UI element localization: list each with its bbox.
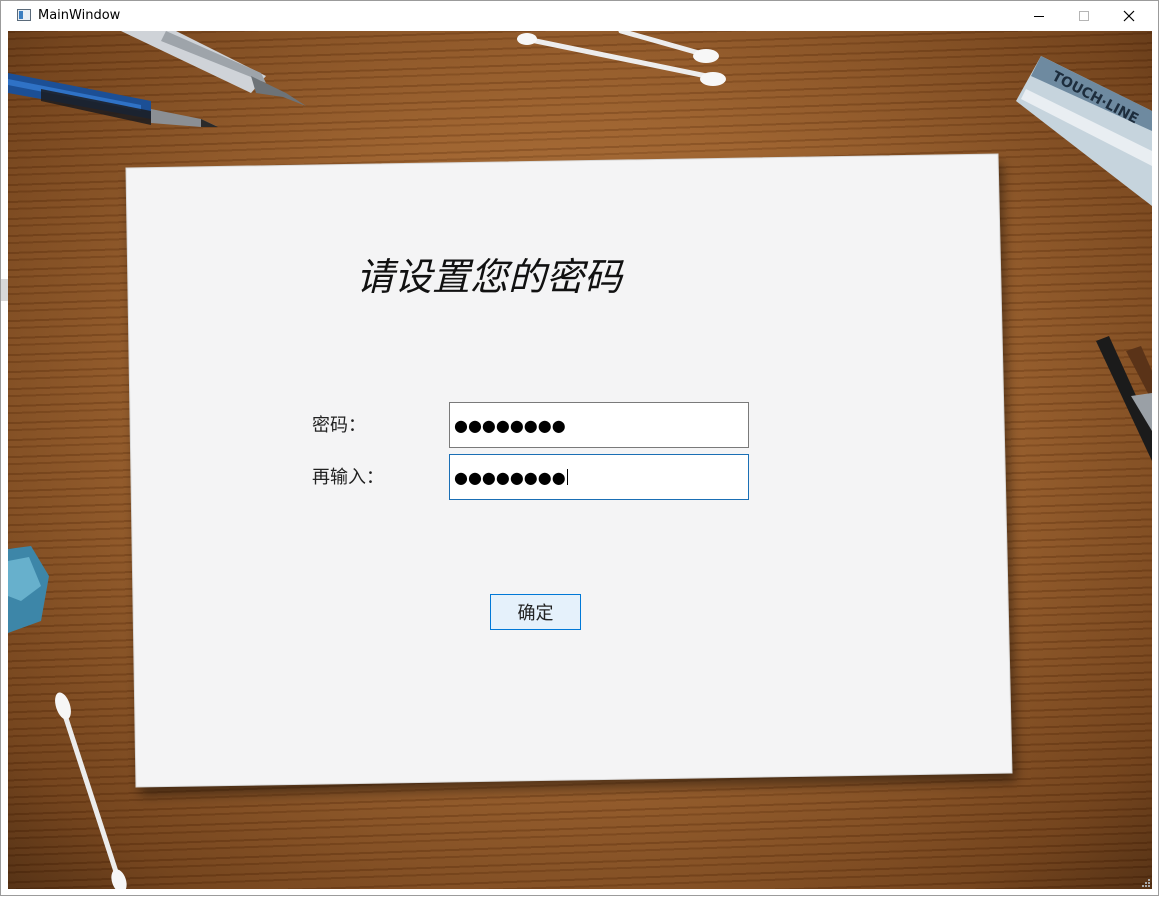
- lead-box-decoration: TOUCH·LINE: [1016, 56, 1152, 206]
- confirm-password-label: 再输入：: [312, 467, 384, 488]
- password-label: 密码：: [312, 415, 366, 436]
- text-caret: [566, 469, 568, 485]
- eraser-decoration: [8, 546, 49, 633]
- page-heading: 请设置您的密码: [356, 255, 623, 299]
- resize-grip-icon[interactable]: [1141, 878, 1151, 888]
- password-field[interactable]: ●●●●●●●●: [449, 402, 749, 448]
- confirm-button[interactable]: 确定: [490, 594, 581, 630]
- desk-illustration: TOUCH·LINE: [8, 31, 1152, 889]
- password-field-value: ●●●●●●●●: [454, 415, 566, 435]
- cotton-swab-decoration: [517, 31, 726, 86]
- confirm-password-field[interactable]: ●●●●●●●●: [449, 454, 749, 500]
- brush-decoration: [1096, 336, 1152, 461]
- main-window: MainWindow TOUCH·LINE 请设置您的密码 密码： ●●●●●●…: [0, 0, 1159, 896]
- pencil-decoration: [8, 31, 306, 127]
- confirm-password-field-value: ●●●●●●●●: [454, 467, 566, 487]
- cotton-swab-decoration-bottom: [55, 692, 127, 889]
